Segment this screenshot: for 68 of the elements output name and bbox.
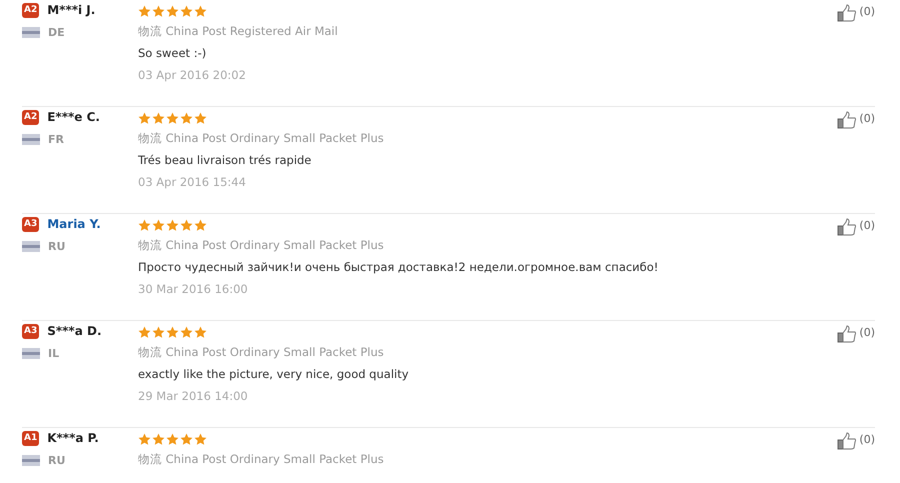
reviewer-name[interactable]: M***i J. bbox=[47, 3, 96, 17]
star-icon bbox=[180, 218, 193, 232]
star-icon bbox=[180, 112, 193, 124]
level-badge: A3 bbox=[22, 324, 40, 338]
thumbs-up-icon[interactable] bbox=[837, 4, 858, 22]
review-date: 30 Mar 2016 16:00 bbox=[138, 281, 249, 298]
country-code: DE bbox=[48, 26, 65, 38]
flag-icon bbox=[22, 348, 40, 358]
country-code: RU bbox=[48, 240, 66, 252]
review-date: 29 Mar 2016 14:00 bbox=[138, 388, 249, 405]
star-icon bbox=[180, 326, 193, 338]
star-icon bbox=[138, 4, 151, 18]
star-icon bbox=[152, 326, 165, 338]
star-icon bbox=[138, 326, 151, 338]
star-icon bbox=[138, 218, 151, 232]
star-icon bbox=[194, 326, 207, 338]
star-icon bbox=[180, 4, 193, 18]
reviewer-name[interactable]: Maria Y. bbox=[47, 217, 101, 231]
star-icon bbox=[152, 4, 165, 18]
review-comment: Просто чудесный зайчик!и очень быстрая доставка!2 недели.огромное.вам спасибо! bbox=[138, 259, 660, 276]
review-comment: Trés beau livraison trés rapide bbox=[138, 152, 312, 169]
like-count: (0) bbox=[859, 4, 875, 20]
thumbs-up-icon[interactable] bbox=[837, 218, 858, 236]
star-icon bbox=[166, 4, 179, 18]
thumbs-up-icon[interactable] bbox=[837, 111, 858, 129]
star-icon bbox=[194, 432, 207, 446]
country-code: RU bbox=[48, 454, 66, 466]
star-icon bbox=[152, 432, 165, 446]
like-count: (0) bbox=[859, 111, 875, 127]
flag-icon bbox=[22, 134, 40, 144]
like-count: (0) bbox=[859, 325, 875, 341]
star-icon bbox=[166, 432, 179, 446]
like-count: (0) bbox=[859, 432, 875, 448]
flag-icon bbox=[22, 240, 40, 252]
review-date: 03 Apr 2016 20:02 bbox=[138, 67, 247, 84]
review-comment: exactly like the picture, very nice, good quality bbox=[138, 366, 410, 383]
shipping-method: 物流 China Post Ordinary Small Packet Plus bbox=[138, 237, 385, 254]
level-badge: A1 bbox=[22, 430, 40, 446]
like-count: (0) bbox=[859, 218, 875, 234]
flag-icon bbox=[22, 454, 40, 466]
review-date: 03 Apr 2016 15:44 bbox=[138, 174, 247, 191]
flag-icon bbox=[22, 26, 40, 38]
star-icon bbox=[166, 218, 179, 232]
star-icon bbox=[194, 4, 207, 18]
star-icon bbox=[152, 112, 165, 124]
shipping-method: 物流 China Post Ordinary Small Packet Plus bbox=[138, 130, 385, 147]
star-icon bbox=[152, 218, 165, 232]
level-badge: A3 bbox=[22, 216, 40, 232]
thumbs-up-icon[interactable] bbox=[837, 325, 858, 343]
review-comment: So sweet :-) bbox=[138, 45, 208, 62]
star-icon bbox=[180, 432, 193, 446]
star-icon bbox=[166, 112, 179, 124]
star-icon bbox=[138, 432, 151, 446]
star-icon bbox=[194, 218, 207, 232]
shipping-method: 物流 China Post Ordinary Small Packet Plus bbox=[138, 344, 385, 361]
country-code: IL bbox=[48, 346, 60, 360]
shipping-method: 物流 China Post Ordinary Small Packet Plus bbox=[138, 451, 385, 468]
thumbs-up-icon[interactable] bbox=[837, 432, 858, 450]
shipping-method: 物流 China Post Registered Air Mail bbox=[138, 23, 339, 40]
star-icon bbox=[166, 326, 179, 338]
reviewer-name[interactable]: K***a P. bbox=[47, 431, 99, 445]
reviewer-name[interactable]: E***e C. bbox=[47, 110, 100, 124]
reviewer-name[interactable]: S***a D. bbox=[47, 324, 102, 338]
level-badge: A2 bbox=[22, 110, 40, 124]
country-code: FR bbox=[48, 132, 64, 146]
star-icon bbox=[194, 112, 207, 124]
star-icon bbox=[138, 112, 151, 124]
level-badge: A2 bbox=[22, 2, 40, 18]
